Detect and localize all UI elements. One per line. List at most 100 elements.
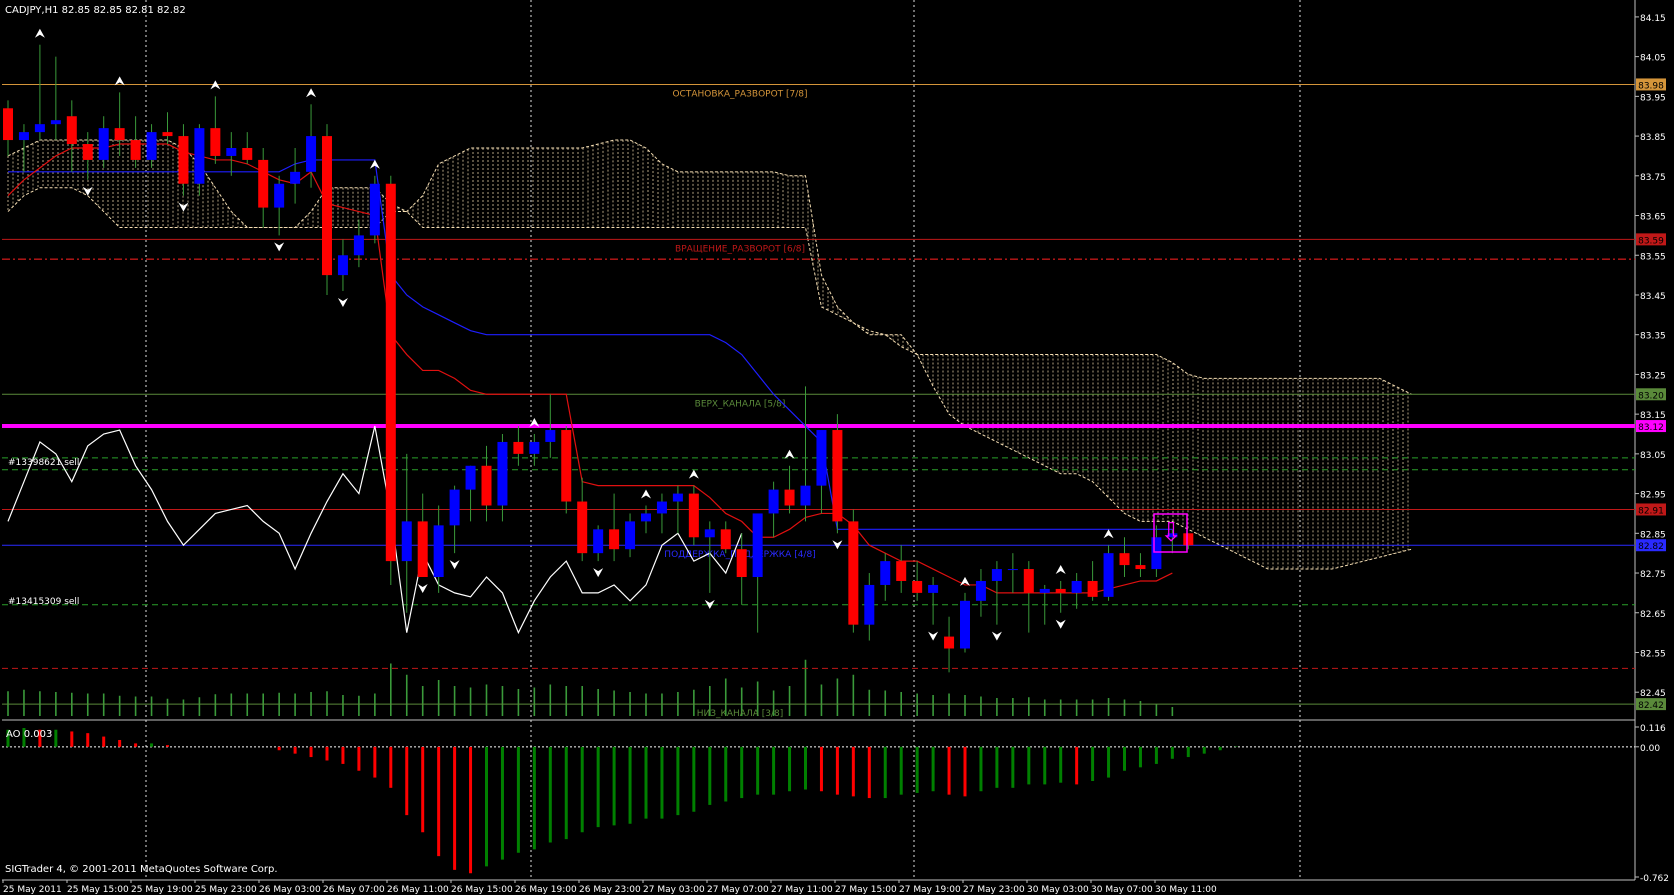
price-tick-label: 83.15: [1640, 411, 1666, 421]
candle-body: [912, 580, 923, 593]
time-tick-label: 25 May 15:00: [67, 885, 129, 895]
price-tick-label: 83.05: [1640, 451, 1666, 461]
candle-body: [1007, 569, 1018, 571]
candle-body: [210, 128, 221, 156]
candle-body: [625, 521, 636, 550]
candle-body: [641, 513, 651, 522]
candle-body: [975, 580, 986, 601]
time-tick-label: 26 May 19:00: [515, 885, 577, 895]
ao-tick-label: -0.762: [1640, 874, 1669, 884]
fractal-up-marker: [1055, 564, 1066, 574]
price-tick-label: 83.75: [1640, 173, 1666, 183]
candle-body: [337, 255, 348, 276]
time-tick-label: 27 May 19:00: [899, 885, 961, 895]
candle-body: [561, 430, 572, 502]
price-tick-label: 82.45: [1640, 689, 1666, 699]
fractal-up-marker: [1103, 529, 1114, 539]
candle-body: [593, 529, 604, 554]
candle-body: [720, 529, 731, 550]
candle-body: [162, 132, 173, 137]
time-tick-label: 27 May 23:00: [963, 885, 1025, 895]
candle-body: [513, 441, 524, 454]
candle-body: [50, 120, 61, 125]
candle-body: [848, 521, 859, 625]
time-tick-label: 26 May 23:00: [579, 885, 641, 895]
level-tag-text: 83.98: [1638, 81, 1664, 91]
time-tick-label: 27 May 07:00: [707, 885, 769, 895]
candle-body: [465, 465, 476, 490]
fractal-up-marker: [641, 489, 651, 499]
candle-body: [1183, 533, 1194, 546]
time-tick-label: 26 May 07:00: [323, 885, 385, 895]
candle-body: [306, 136, 317, 172]
price-axis: 84.15 84.05 83.95 83.85 83.75 83.65 83.55 83.45…: [1635, 14, 1666, 711]
price-tick-label: 82.95: [1640, 491, 1666, 501]
candle-body: [497, 441, 508, 506]
candle-body: [322, 136, 332, 276]
candle-body: [768, 489, 779, 514]
candle-body: [577, 501, 588, 554]
candle-body: [784, 489, 795, 506]
time-tick-label: 30 May 03:00: [1027, 885, 1089, 895]
candle-body: [704, 529, 715, 538]
candle-body: [896, 561, 907, 581]
price-tick-label: 83.25: [1640, 371, 1666, 381]
ichimoku-cloud: [7, 139, 1412, 570]
candle-body: [1135, 565, 1146, 570]
level-label: ВРАЩЕНИЕ_РАЗВОРОТ [6/8]: [675, 244, 805, 254]
murrey-levels: ОСТАНОВКА_РАЗВОРОТ [7/8] ВРАЩЕНИЕ_РАЗВОРО…: [2, 83, 1635, 719]
level-label: НИЗ_КАНАЛА [3/8]: [697, 709, 784, 719]
time-tick-label: 25 May 23:00: [195, 885, 257, 895]
candle-body: [98, 128, 109, 160]
candle-body: [960, 600, 970, 649]
price-tick-label: 82.75: [1640, 570, 1666, 580]
candle-body: [1055, 588, 1066, 593]
fractal-down-marker: [274, 242, 285, 252]
order-label: #13415309 sell: [8, 597, 79, 607]
price-tick-label: 82.85: [1640, 530, 1666, 540]
candle-body: [178, 136, 189, 184]
candle-body: [114, 128, 125, 141]
time-tick-label: 26 May 03:00: [259, 885, 321, 895]
candle-body: [672, 493, 683, 502]
candle-body: [1039, 588, 1050, 593]
level-tag-text: 83.59: [1638, 236, 1664, 246]
kijun-line: [8, 159, 1173, 530]
price-tick-label: 84.15: [1640, 14, 1666, 24]
ao-label: AO 0.003: [6, 729, 52, 740]
candle-body: [529, 441, 540, 454]
candle-body: [656, 501, 667, 514]
level-tag-text: 82.42: [1638, 701, 1664, 711]
candle-body: [433, 525, 444, 577]
candle-body: [194, 128, 205, 184]
candle-body: [401, 521, 412, 562]
candle-body: [832, 430, 843, 522]
fractal-down-marker: [928, 631, 939, 641]
candle-body: [369, 183, 380, 236]
level-tag-text: 83.12: [1638, 423, 1664, 433]
candle-body: [1119, 553, 1130, 566]
candle-body: [752, 513, 763, 577]
sell-signal-arrow: ⇩: [1160, 518, 1182, 548]
fractal-down-marker: [417, 584, 428, 593]
price-tick-label: 83.55: [1640, 252, 1666, 262]
candle-body: [353, 235, 364, 256]
chart-canvas[interactable]: ОСТАНОВКА_РАЗВОРОТ [7/8] ВРАЩЕНИЕ_РАЗВОРО…: [0, 0, 1674, 895]
candle-body: [800, 485, 811, 506]
fractal-down-marker: [1055, 619, 1066, 629]
candle-body: [66, 116, 77, 145]
level-tag-text: 82.91: [1638, 506, 1664, 516]
candle-body: [944, 636, 955, 649]
candle-body: [274, 183, 285, 208]
level-label: ОСТАНОВКА_РАЗВОРОТ [7/8]: [672, 89, 807, 99]
fractal-down-marker: [449, 560, 460, 570]
candle-body: [864, 584, 875, 625]
ao-tick-label: 0.00: [1640, 744, 1660, 754]
candle-body: [258, 159, 269, 208]
candle-body: [226, 148, 237, 156]
candle-body: [928, 584, 939, 593]
time-tick-label: 26 May 11:00: [387, 885, 449, 895]
time-tick-label: 27 May 15:00: [835, 885, 897, 895]
candle-body: [991, 569, 1002, 581]
candle-body: [449, 489, 460, 526]
